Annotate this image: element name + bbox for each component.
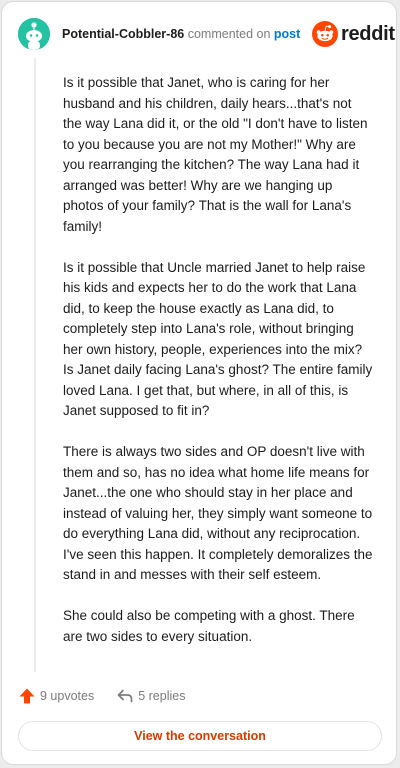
user-avatar[interactable] [18,18,50,50]
upvote-button[interactable]: 9 upvotes [18,687,94,705]
comment-embed-card: Potential-Cobbler-86 commented on post r… [1,1,397,765]
thread-line [34,58,36,672]
replies-button[interactable]: 5 replies [116,687,185,705]
comment-actions: 9 upvotes 5 replies [18,685,207,707]
comment-paragraph: She could also be competing with a ghost… [63,608,355,644]
upvote-arrow-icon [19,688,35,704]
comment-paragraph: Is it possible that Janet, who is caring… [63,75,368,234]
comment-paragraph: There is always two sides and OP doesn't… [63,444,373,582]
comment-byline: Potential-Cobbler-86 commented on post [62,26,300,42]
reddit-wordmark: reddit [341,22,395,45]
comment-header: Potential-Cobbler-86 commented on post r… [2,2,396,66]
snoo-avatar-icon [18,18,50,50]
username-link[interactable]: Potential-Cobbler-86 [62,27,184,41]
reddit-logo-icon [312,21,338,47]
post-link[interactable]: post [274,27,300,41]
comment-body: Is it possible that Janet, who is caring… [63,73,373,668]
comment-paragraph: Is it possible that Uncle married Janet … [63,259,373,419]
reddit-logo[interactable]: reddit [312,21,395,47]
upvote-count: 9 upvotes [40,689,95,703]
commented-on-text: commented on [187,27,271,41]
replies-count: 5 replies [138,689,186,703]
reply-arrow-icon [117,689,133,703]
view-conversation-button[interactable]: View the conversation [18,721,382,751]
